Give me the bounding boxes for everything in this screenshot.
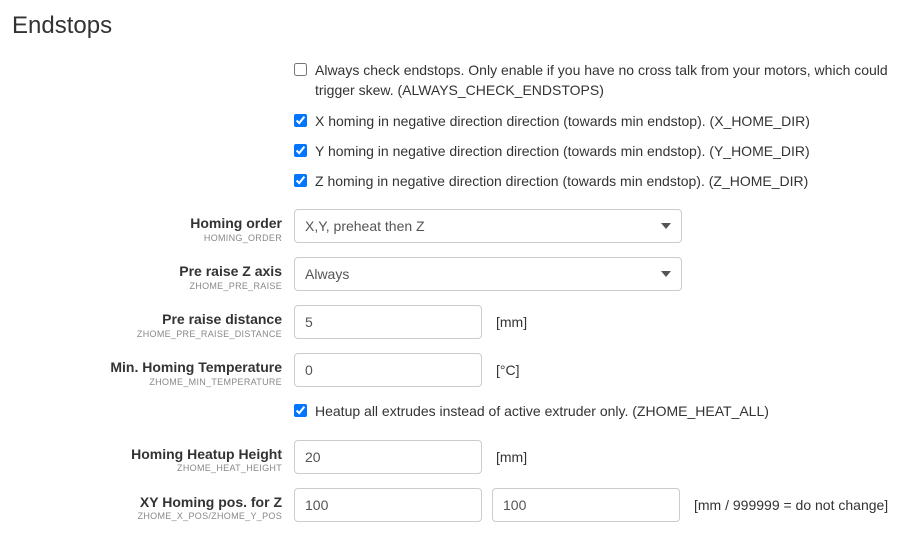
min-homing-temp-sublabel: ZHOME_MIN_TEMPERATURE [12,377,282,387]
heatup-height-label: Homing Heatup Height [131,446,282,462]
pre-raise-distance-input[interactable] [294,305,482,339]
min-homing-temp-label: Min. Homing Temperature [110,359,282,375]
homing-order-label: Homing order [190,215,282,231]
zhome-y-pos-input[interactable] [492,488,680,522]
zhome-x-pos-input[interactable] [294,488,482,522]
pre-raise-select[interactable]: Always [294,257,682,291]
pre-raise-sublabel: ZHOME_PRE_RAISE [12,281,282,291]
pre-raise-distance-sublabel: ZHOME_PRE_RAISE_DISTANCE [12,329,282,339]
x-home-dir-checkbox[interactable] [294,114,307,127]
always-check-endstops-checkbox[interactable] [294,63,307,76]
min-homing-temp-unit: [°C] [496,362,520,378]
xy-homing-pos-label: XY Homing pos. for Z [140,494,282,510]
min-homing-temp-input[interactable] [294,353,482,387]
homing-order-sublabel: HOMING_ORDER [12,233,282,243]
section-title: Endstops [12,12,916,40]
xy-homing-pos-unit: [mm / 999999 = do not change] [694,497,888,513]
homing-order-select[interactable]: X,Y, preheat then Z [294,209,682,243]
y-home-dir-label: Y homing in negative direction direction… [315,141,916,161]
pre-raise-label: Pre raise Z axis [179,263,282,279]
heat-all-label: Heatup all extrudes instead of active ex… [315,401,916,421]
pre-raise-distance-label: Pre raise distance [162,311,282,327]
z-home-dir-label: Z homing in negative direction direction… [315,171,916,191]
xy-homing-pos-sublabel: ZHOME_X_POS/ZHOME_Y_POS [12,511,282,521]
z-home-dir-checkbox[interactable] [294,174,307,187]
x-home-dir-label: X homing in negative direction direction… [315,111,916,131]
always-check-endstops-label: Always check endstops. Only enable if yo… [315,60,916,101]
pre-raise-distance-unit: [mm] [496,314,527,330]
heatup-height-input[interactable] [294,440,482,474]
heat-all-checkbox[interactable] [294,404,307,417]
y-home-dir-checkbox[interactable] [294,144,307,157]
heatup-height-unit: [mm] [496,449,527,465]
heatup-height-sublabel: ZHOME_HEAT_HEIGHT [12,463,282,473]
